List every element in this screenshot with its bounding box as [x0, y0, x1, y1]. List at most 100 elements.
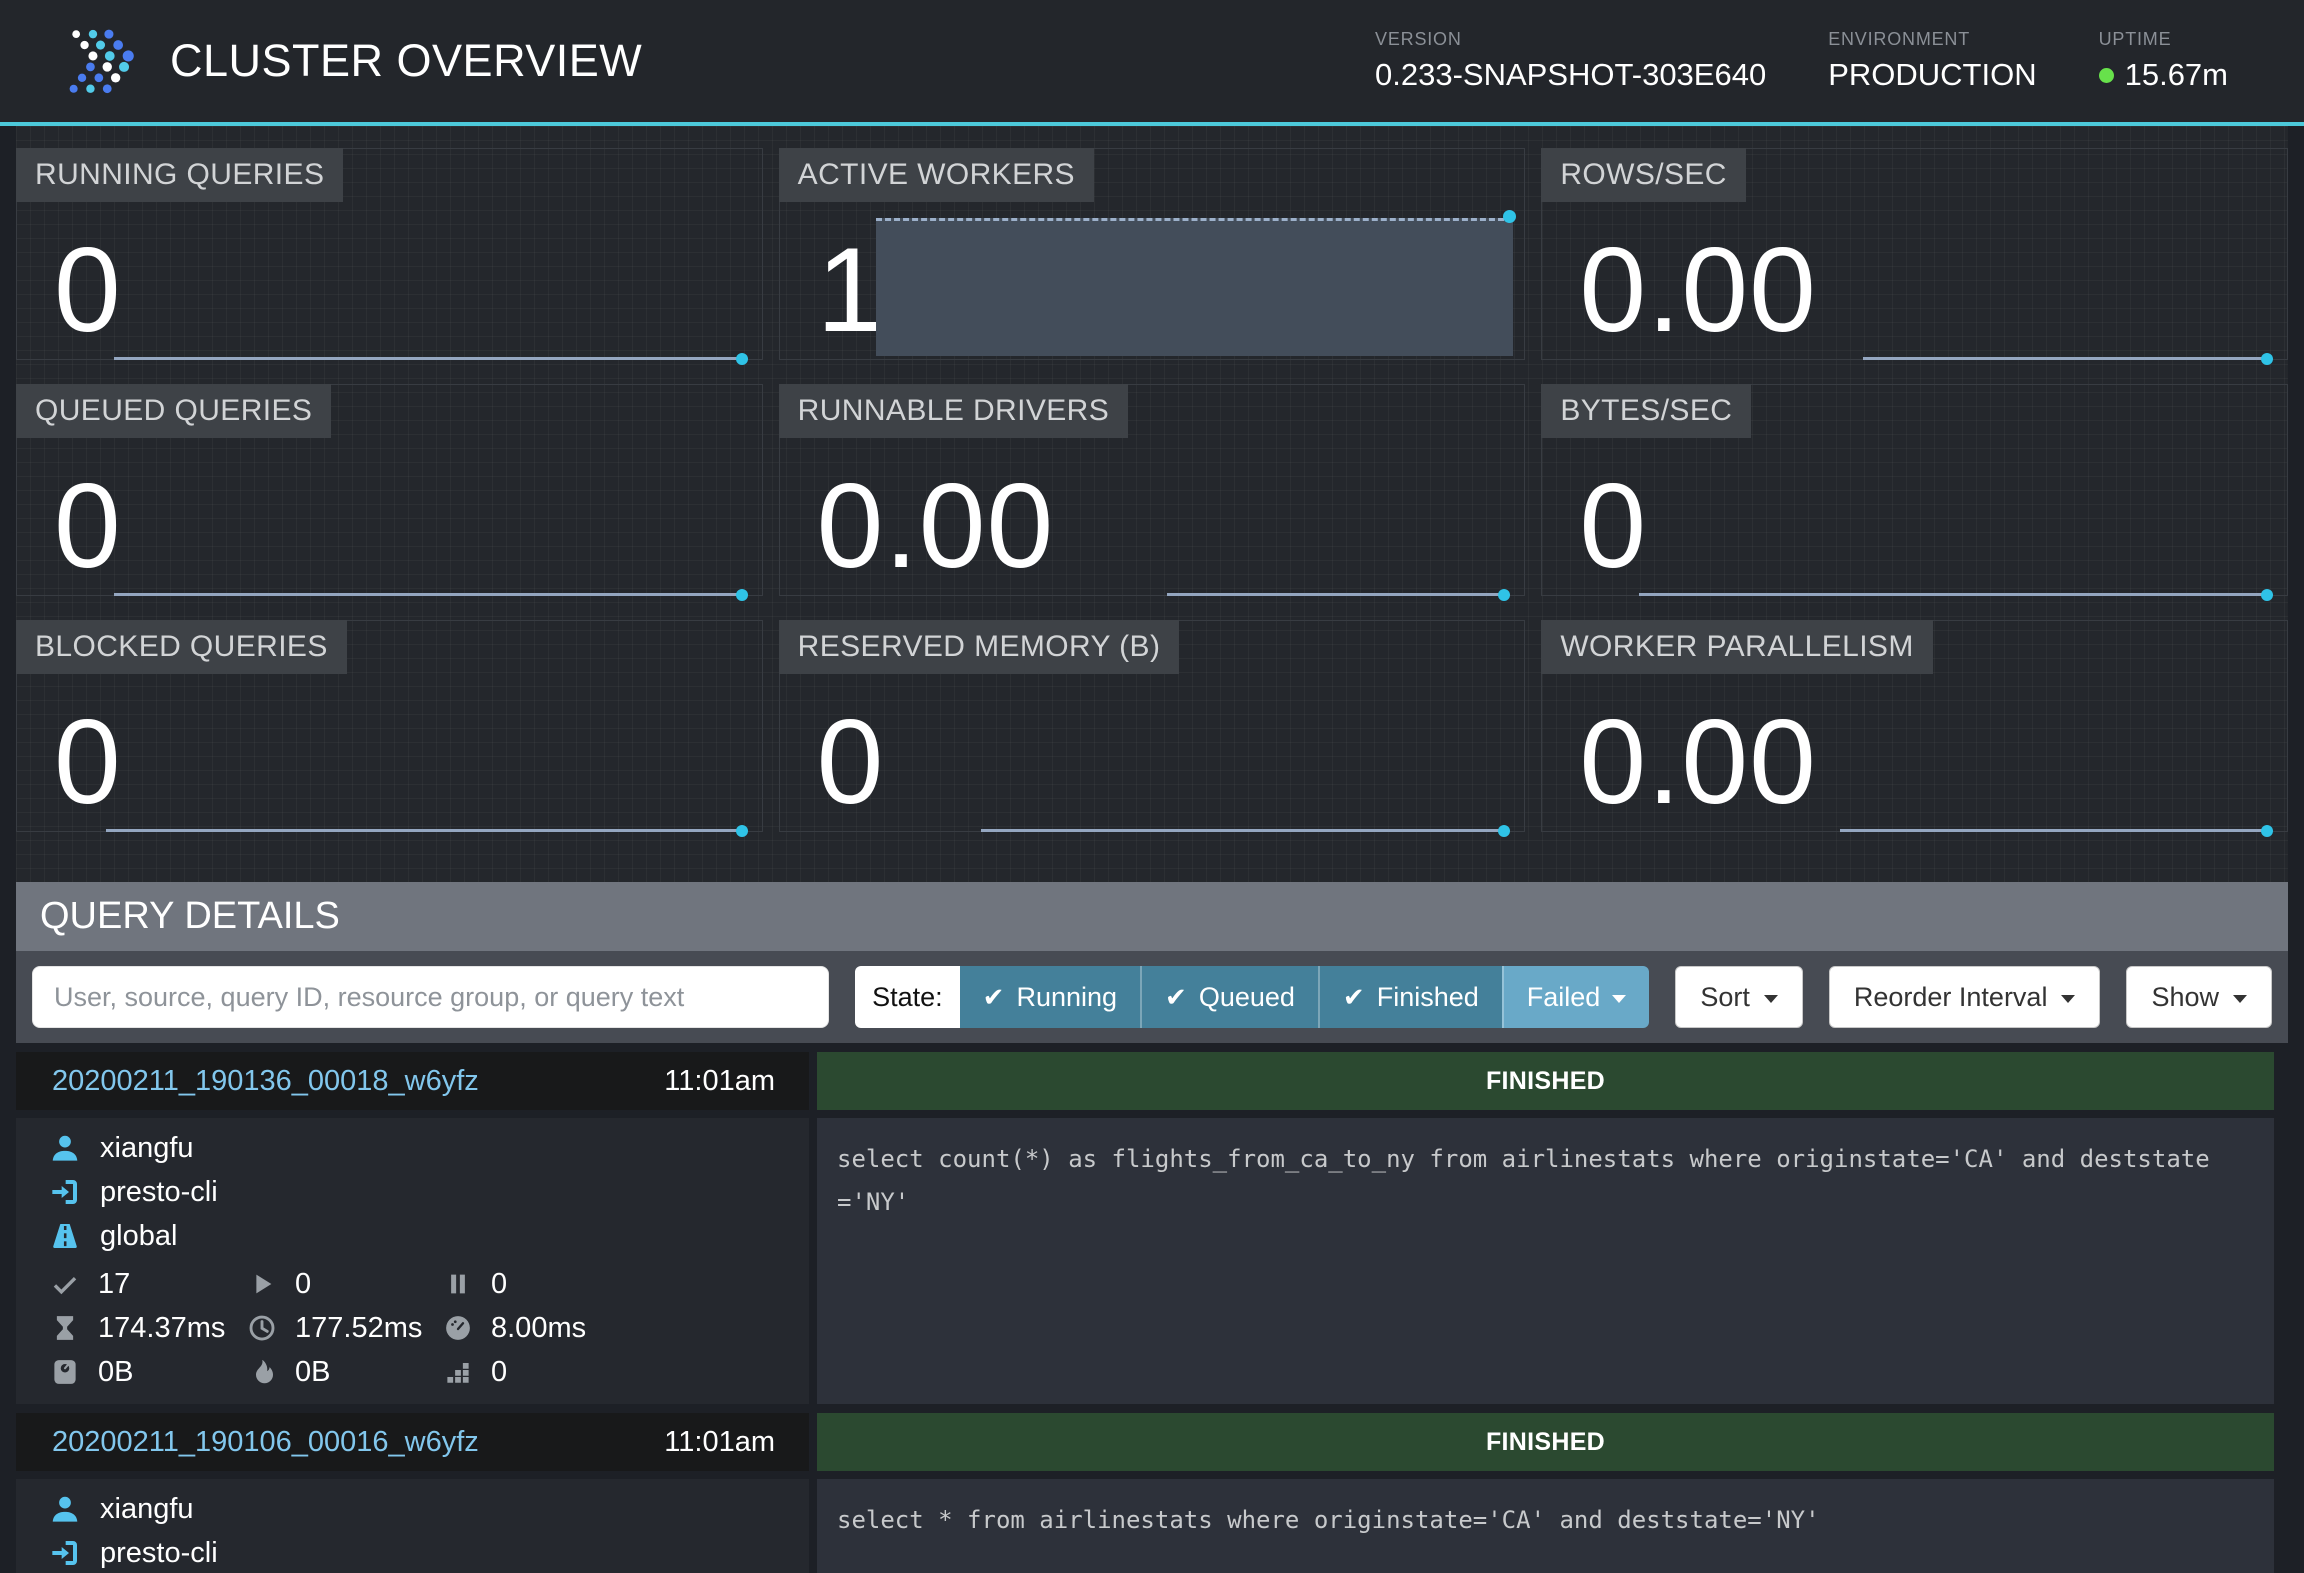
tile-value: 0.00: [817, 475, 1055, 577]
tile-label: RUNNABLE DRIVERS: [779, 384, 1128, 438]
version-label: VERSION: [1375, 29, 1766, 50]
tile-label: ACTIVE WORKERS: [779, 148, 1094, 202]
sparkline: [1639, 593, 2268, 596]
sign-in-icon: [48, 1176, 82, 1208]
query-text: select count(*) as flights_from_ca_to_ny…: [817, 1118, 2274, 1404]
cluster-stats-dashboard: RUNNING QUERIES 0 ACTIVE WORKERS 1 ROWS/…: [16, 126, 2288, 882]
sparkline-dot: [1503, 210, 1516, 223]
sparkline-dot: [2261, 353, 2273, 365]
state-queued-label: Queued: [1199, 982, 1295, 1013]
uptime-value: 15.67m: [2125, 57, 2228, 93]
sign-in-icon: [48, 1537, 82, 1569]
sparkline: [106, 829, 743, 832]
tile-blocked-queries: BLOCKED QUERIES 0: [16, 620, 763, 832]
current-memory-stat: 0B: [48, 1350, 245, 1394]
query-id-link[interactable]: 20200211_190106_00016_w6yfz: [52, 1426, 479, 1459]
user-icon: [48, 1132, 82, 1164]
sparkline-dot: [2261, 825, 2273, 837]
query-user: xiangfu: [100, 1132, 194, 1165]
running-splits-value: 0: [295, 1268, 311, 1301]
queued-splits-value: 0: [491, 1268, 507, 1301]
tile-value: 0.00: [1579, 239, 1817, 341]
pause-icon: [441, 1269, 475, 1299]
query-row: 20200211_190136_00018_w6yfz 11:01am FINI…: [16, 1052, 2274, 1404]
cumulative-memory-stat: 0B: [245, 1350, 441, 1394]
show-dropdown-button[interactable]: Show: [2126, 966, 2272, 1028]
reorder-interval-dropdown-button[interactable]: Reorder Interval: [1829, 966, 2101, 1028]
uptime-label: UPTIME: [2099, 29, 2228, 50]
queued-splits-stat: 0: [441, 1262, 789, 1306]
clock-icon: [245, 1313, 279, 1343]
query-status-badge: FINISHED: [817, 1052, 2274, 1110]
query-source: presto-cli: [100, 1176, 218, 1209]
tile-label: RESERVED MEMORY (B): [779, 620, 1180, 674]
search-input[interactable]: [32, 966, 829, 1028]
execution-time-stat: 8.00ms: [441, 1306, 789, 1350]
tile-value: 1: [817, 239, 885, 341]
query-source-line: presto-cli: [48, 1170, 789, 1214]
version-block: VERSION 0.233-SNAPSHOT-303E640: [1375, 29, 1766, 93]
presto-logo-icon: [56, 21, 140, 101]
state-failed-label: Failed: [1527, 982, 1601, 1013]
reorder-interval-label: Reorder Interval: [1854, 982, 2048, 1013]
cpu-time-stat: 177.52ms: [245, 1306, 441, 1350]
query-resource-group-line: global: [48, 1214, 789, 1258]
sparkline-area: [876, 218, 1513, 356]
tile-value: 0: [54, 239, 122, 341]
query-row: 20200211_190106_00016_w6yfz 11:01am FINI…: [16, 1413, 2274, 1573]
sparkline: [1863, 357, 2269, 360]
chevron-down-icon: [2061, 995, 2075, 1003]
state-filter-queued-button[interactable]: ✔ Queued: [1140, 966, 1318, 1028]
query-id-link[interactable]: 20200211_190136_00018_w6yfz: [52, 1065, 479, 1098]
query-meta-panel: xiangfu presto-cli global: [16, 1479, 809, 1573]
scale-icon: [48, 1357, 82, 1387]
running-splits-stat: 0: [245, 1262, 441, 1306]
state-filter-failed-dropdown[interactable]: Failed: [1502, 966, 1650, 1028]
tile-label: BLOCKED QUERIES: [16, 620, 347, 674]
sparkline-dot: [1498, 825, 1510, 837]
chevron-down-icon: [1612, 995, 1626, 1003]
query-source-line: presto-cli: [48, 1531, 789, 1573]
query-stats-grid: 17 0 0 174.: [48, 1262, 789, 1394]
state-filter-running-button[interactable]: ✔ Running: [960, 966, 1140, 1028]
sort-label: Sort: [1700, 982, 1750, 1013]
state-filter-group: State: ✔ Running ✔ Queued ✔ Finished Fai…: [855, 966, 1649, 1028]
query-time: 11:01am: [664, 1065, 775, 1098]
chevron-down-icon: [2233, 995, 2247, 1003]
query-details-section: QUERY DETAILS State: ✔ Running ✔ Queued …: [16, 882, 2288, 1043]
hourglass-icon: [48, 1313, 82, 1343]
tile-value: 0: [54, 711, 122, 813]
road-icon: [48, 1220, 82, 1252]
uptime-block: UPTIME 15.67m: [2099, 29, 2228, 93]
version-value: 0.233-SNAPSHOT-303E640: [1375, 57, 1766, 93]
tile-value: 0: [1579, 475, 1647, 577]
current-memory-value: 0B: [98, 1356, 133, 1389]
state-filter-finished-button[interactable]: ✔ Finished: [1318, 966, 1502, 1028]
tile-queued-queries: QUEUED QUERIES 0: [16, 384, 763, 596]
sort-dropdown-button[interactable]: Sort: [1675, 966, 1803, 1028]
completed-splits-value: 17: [98, 1268, 130, 1301]
sparkline: [1167, 593, 1506, 596]
play-icon: [245, 1269, 279, 1299]
tile-reserved-memory: RESERVED MEMORY (B) 0: [779, 620, 1526, 832]
tasks-chart-icon: [441, 1357, 475, 1387]
sparkline-dot: [736, 353, 748, 365]
query-status-badge: FINISHED: [817, 1413, 2274, 1471]
query-row-header: 20200211_190106_00016_w6yfz 11:01am: [16, 1413, 809, 1471]
sparkline-dot: [2261, 589, 2273, 601]
tile-active-workers: ACTIVE WORKERS 1: [779, 148, 1526, 360]
environment-block: ENVIRONMENT PRODUCTION: [1828, 29, 2036, 93]
sparkline: [114, 357, 743, 360]
query-details-title: QUERY DETAILS: [16, 882, 2288, 951]
query-list: 20200211_190136_00018_w6yfz 11:01am FINI…: [16, 1052, 2274, 1573]
tile-label: QUEUED QUERIES: [16, 384, 331, 438]
chevron-down-icon: [1764, 995, 1778, 1003]
gauge-icon: [441, 1313, 475, 1343]
query-user: xiangfu: [100, 1493, 194, 1526]
tile-rows-per-sec: ROWS/SEC 0.00: [1541, 148, 2288, 360]
uptime-status-dot-icon: [2099, 68, 2114, 83]
query-source: presto-cli: [100, 1537, 218, 1570]
tile-value: 0: [54, 475, 122, 577]
cluster-info: VERSION 0.233-SNAPSHOT-303E640 ENVIRONME…: [1375, 29, 2304, 93]
tile-label: ROWS/SEC: [1541, 148, 1746, 202]
